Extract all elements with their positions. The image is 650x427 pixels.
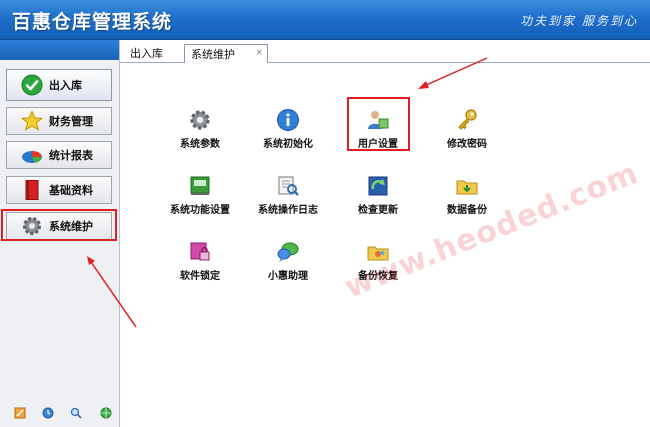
backup-folder-icon: [456, 180, 478, 195]
tile-system-parameters[interactable]: 系统参数: [155, 108, 245, 150]
tile-user-settings[interactable]: 用户设置: [333, 108, 423, 150]
tile-check-update[interactable]: 检查更新: [333, 174, 423, 216]
sidebar-item-label: 系统维护: [49, 220, 93, 233]
sidebar-item-basic-data[interactable]: 基础资料: [6, 176, 112, 204]
key-icon: [458, 109, 477, 130]
tile-label: 小惠助理: [268, 271, 308, 282]
tile-operation-log[interactable]: 系统操作日志: [243, 174, 333, 216]
log-icon: [278, 176, 299, 196]
tile-label: 系统参数: [180, 139, 220, 150]
function-panel: 系统参数 系统初始化 用户设置 修改密码 系统功能设置 系统操作日志 检查更新 …: [120, 63, 650, 427]
globe-icon[interactable]: [100, 407, 112, 419]
tile-system-initialize[interactable]: 系统初始化: [243, 108, 333, 150]
title-bar: 百惠仓库管理系统 功夫到家 服务到心: [0, 0, 650, 40]
info-icon: [277, 109, 299, 131]
tile-label: 修改密码: [447, 139, 487, 150]
tile-assistant[interactable]: 小惠助理: [243, 240, 333, 282]
sidebar-item-reports[interactable]: 统计报表: [6, 141, 112, 169]
tile-label: 数据备份: [447, 205, 487, 216]
edit-icon[interactable]: [14, 407, 26, 419]
clock-icon[interactable]: [42, 407, 54, 419]
tile-label: 系统操作日志: [258, 205, 318, 216]
tab-label: 出入库: [130, 47, 163, 60]
close-icon[interactable]: ×: [255, 48, 263, 58]
tile-function-settings[interactable]: 系统功能设置: [155, 174, 245, 216]
sidebar-item-label: 基础资料: [49, 184, 93, 197]
sidebar-item-finance[interactable]: 财务管理: [6, 107, 112, 135]
tile-label: 系统初始化: [263, 139, 313, 150]
sidebar-item-label: 出入库: [49, 79, 82, 92]
tile-label: 检查更新: [358, 205, 398, 216]
star-icon: [21, 110, 43, 131]
tile-label: 备份恢复: [358, 271, 398, 282]
tile-label: 系统功能设置: [170, 205, 230, 216]
sidebar: 出入库 财务管理 统计报表 基础资料 系统维护: [0, 40, 120, 427]
tile-software-lock[interactable]: 软件锁定: [155, 240, 245, 282]
tab-system-maintenance[interactable]: 系统维护 ×: [184, 44, 268, 63]
tab-label: 系统维护: [191, 48, 235, 61]
lock-icon: [190, 242, 210, 261]
user-settings-icon: [368, 111, 389, 129]
restore-folder-icon: [367, 246, 389, 261]
tile-label: 软件锁定: [180, 271, 220, 282]
gear-icon: [23, 217, 41, 235]
sidebar-item-label: 财务管理: [49, 115, 93, 128]
tab-inbound-outbound[interactable]: 出入库: [130, 44, 163, 62]
function-settings-icon: [190, 176, 210, 195]
book-icon: [25, 180, 39, 200]
update-icon: [368, 176, 388, 196]
gear-icon: [190, 110, 210, 130]
sidebar-item-system-maintenance[interactable]: 系统维护: [6, 212, 112, 240]
sidebar-bottom-toolbar: [0, 407, 119, 423]
tile-backup-restore[interactable]: 备份恢复: [333, 240, 423, 282]
search-icon[interactable]: [70, 407, 82, 419]
check-icon: [21, 74, 43, 96]
tile-change-password[interactable]: 修改密码: [422, 108, 512, 150]
chat-icon: [277, 242, 299, 262]
tile-label: 用户设置: [358, 139, 398, 150]
tile-data-backup[interactable]: 数据备份: [422, 174, 512, 216]
tab-bar: 出入库 系统维护 ×: [120, 40, 650, 63]
app-slogan: 功夫到家 服务到心: [520, 14, 638, 28]
sidebar-header-strip: [0, 40, 119, 60]
pie-chart-icon: [22, 151, 42, 163]
sidebar-item-inbound-outbound[interactable]: 出入库: [6, 69, 112, 101]
app-title: 百惠仓库管理系统: [12, 11, 173, 33]
sidebar-item-label: 统计报表: [49, 149, 93, 162]
